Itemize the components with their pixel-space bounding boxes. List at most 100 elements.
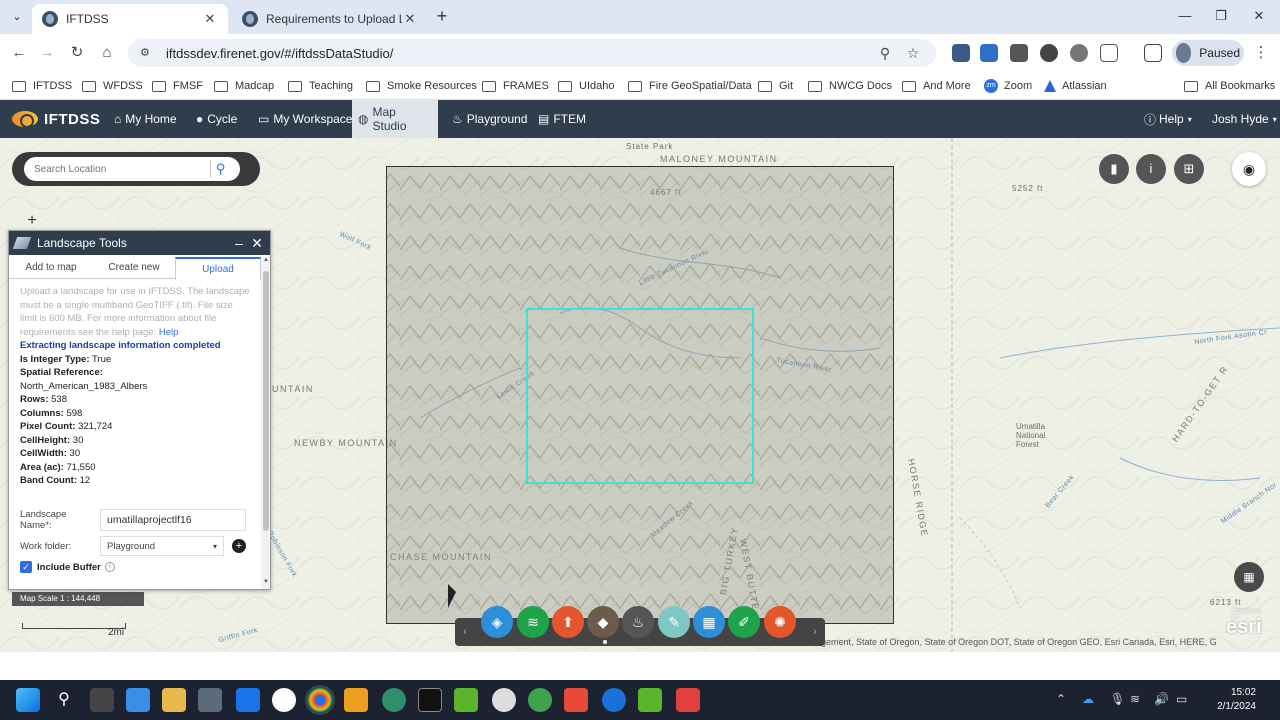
widgets-icon[interactable]: [126, 688, 150, 712]
reload-icon[interactable]: ↻: [66, 42, 88, 64]
tab-upload[interactable]: Upload: [175, 257, 261, 280]
attribute-table-icon[interactable]: ▦: [1234, 562, 1264, 592]
tab-add-to-map[interactable]: Add to map: [9, 257, 93, 279]
extension-icon[interactable]: [1010, 44, 1028, 62]
grid-tiles-icon[interactable]: ▦: [693, 606, 725, 638]
iftdss-logo[interactable]: IFTDSS: [12, 108, 100, 130]
sublime-icon[interactable]: [344, 688, 368, 712]
microphone-icon[interactable]: 🎙: [1110, 692, 1125, 706]
panel-header[interactable]: Landscape Tools – ✕: [9, 231, 270, 255]
include-buffer-checkbox[interactable]: ✓: [20, 561, 32, 573]
bookmark-folder-iftdss[interactable]: IFTDSS: [12, 77, 72, 95]
user-menu[interactable]: Josh Hyde ▾: [1212, 100, 1277, 138]
battery-icon[interactable]: ▭: [1176, 692, 1187, 706]
upload-icon[interactable]: ⬆: [552, 606, 584, 638]
analysis-tool-icon[interactable]: ✺: [764, 606, 796, 638]
nav-playground[interactable]: ♨ Playground: [446, 100, 533, 138]
bookmark-all-bookmarks[interactable]: All Bookmarks: [1184, 77, 1275, 95]
search-icon[interactable]: ⚲: [52, 688, 76, 712]
windows-start-icon[interactable]: [16, 688, 40, 712]
map-attribution[interactable]: agement, State of Oregon, State of Orego…: [816, 637, 1216, 647]
measure-ruler-icon[interactable]: ✐: [728, 606, 760, 638]
new-tab-plus-icon[interactable]: +: [432, 7, 452, 27]
work-folder-select[interactable]: Playground ▾: [100, 536, 224, 556]
location-pin-icon[interactable]: ✎: [658, 606, 690, 638]
file-explorer-icon[interactable]: [162, 688, 186, 712]
bookmark-folder-teaching[interactable]: Teaching: [288, 77, 353, 95]
close-icon[interactable]: ✕: [202, 11, 218, 27]
bookmark-folder-frames[interactable]: FRAMES: [482, 77, 549, 95]
forward-arrow-icon[interactable]: →: [36, 42, 58, 64]
search-icon[interactable]: ⚲: [210, 160, 230, 178]
tab-create-new[interactable]: Create new: [93, 257, 175, 279]
side-panel-icon[interactable]: [1144, 44, 1162, 62]
landscape-tools-icon[interactable]: ◆: [587, 606, 619, 638]
basemap-grid-icon[interactable]: ⊞: [1174, 154, 1204, 184]
bookmark-folder-uidaho[interactable]: UIdaho: [558, 77, 614, 95]
tray-chevron-icon[interactable]: ⌃: [1056, 692, 1066, 706]
chevron-right-icon[interactable]: ›: [805, 618, 825, 646]
bookmark-folder-and-more[interactable]: And More: [902, 77, 971, 95]
bookmark-zoom[interactable]: zm Zoom: [984, 77, 1032, 95]
bookmark-folder-wfdss[interactable]: WFDSS: [82, 77, 143, 95]
add-folder-plus-icon[interactable]: +: [232, 539, 246, 553]
back-arrow-icon[interactable]: ←: [8, 42, 30, 64]
camtasia-icon[interactable]: [638, 688, 662, 712]
extension-icon[interactable]: [952, 44, 970, 62]
onedrive-icon[interactable]: ☁: [1082, 692, 1094, 706]
bookmark-folder-smoke[interactable]: Smoke Resources: [366, 77, 477, 95]
extension-icon[interactable]: [980, 44, 998, 62]
obs-icon[interactable]: [492, 688, 516, 712]
bookmark-folder-nwcg[interactable]: NWCG Docs: [808, 77, 892, 95]
profile-button[interactable]: Paused: [1172, 40, 1244, 66]
chrome-icon[interactable]: [308, 688, 332, 712]
snagit-icon[interactable]: [564, 688, 588, 712]
nav-ftem[interactable]: ▤ FTEM: [532, 100, 592, 138]
browser-tab-iftdss[interactable]: IFTDSS ✕: [32, 4, 228, 34]
browser-tab-requirements[interactable]: Requirements to Upload Lands ✕: [232, 4, 428, 34]
system-clock[interactable]: 15:02 2/1/2024: [1196, 686, 1256, 714]
chevron-left-icon[interactable]: ‹: [455, 618, 475, 646]
restore-icon[interactable]: ❐: [1206, 6, 1236, 26]
terminal-icon[interactable]: [418, 688, 442, 712]
bookmark-folder-fire-geospatial[interactable]: Fire GeoSpatial/Data: [628, 77, 752, 95]
help-link[interactable]: Help: [159, 327, 179, 338]
bookmark-folder-madcap[interactable]: Madcap: [214, 77, 274, 95]
bookmark-star-icon[interactable]: ☆: [902, 45, 924, 62]
search-location-input[interactable]: [34, 163, 210, 175]
fire-icon[interactable]: ♨: [622, 606, 654, 638]
minimize-icon[interactable]: –: [230, 235, 248, 251]
eye-visibility-icon[interactable]: ◉: [1232, 152, 1266, 186]
layers-icon[interactable]: ◈: [481, 606, 513, 638]
landscape-layers-icon[interactable]: ≋: [517, 606, 549, 638]
extension-icon[interactable]: [1040, 44, 1058, 62]
bookmark-folder-git[interactable]: Git: [758, 77, 793, 95]
scroll-thumb[interactable]: [263, 271, 269, 531]
slack-icon[interactable]: [272, 688, 296, 712]
help-menu[interactable]: ⓘ Help ▾: [1144, 100, 1192, 138]
info-icon[interactable]: i: [1136, 154, 1166, 184]
scroll-down-icon[interactable]: ▼: [261, 579, 270, 589]
bookmark-atlassian[interactable]: Atlassian: [1044, 77, 1107, 95]
close-icon[interactable]: ✕: [248, 235, 266, 252]
info-icon[interactable]: i: [104, 562, 115, 572]
wordpress-icon[interactable]: [1070, 44, 1088, 62]
panel-scrollbar[interactable]: ▲ ▼: [261, 257, 270, 589]
app-icon[interactable]: [528, 688, 552, 712]
volume-icon[interactable]: 🔊: [1154, 692, 1169, 706]
nav-cycle[interactable]: ● Cycle: [190, 100, 243, 138]
app-icon[interactable]: [602, 688, 626, 712]
scroll-up-icon[interactable]: ▲: [261, 257, 270, 267]
tab-search-chevron-icon[interactable]: ⌄: [6, 7, 28, 27]
zoom-in-plus-icon[interactable]: +: [24, 212, 40, 230]
map-view[interactable]: State Park MALONEY MOUNTAIN 4667 ft 5252…: [0, 138, 1280, 652]
bookmark-folder-fmsf[interactable]: FMSF: [152, 77, 203, 95]
camtasia-icon[interactable]: [454, 688, 478, 712]
address-bar[interactable]: ⚙ iftdssdev.firenet.gov/#/iftdssDataStud…: [128, 39, 936, 67]
browser-menu-icon[interactable]: ⋮: [1252, 42, 1270, 64]
bookmark-icon[interactable]: ▮: [1099, 154, 1129, 184]
task-view-icon[interactable]: [90, 688, 114, 712]
close-icon[interactable]: ✕: [402, 11, 418, 27]
nav-my-workspace[interactable]: ▭ My Workspace: [252, 100, 358, 138]
calculator-icon[interactable]: [198, 688, 222, 712]
